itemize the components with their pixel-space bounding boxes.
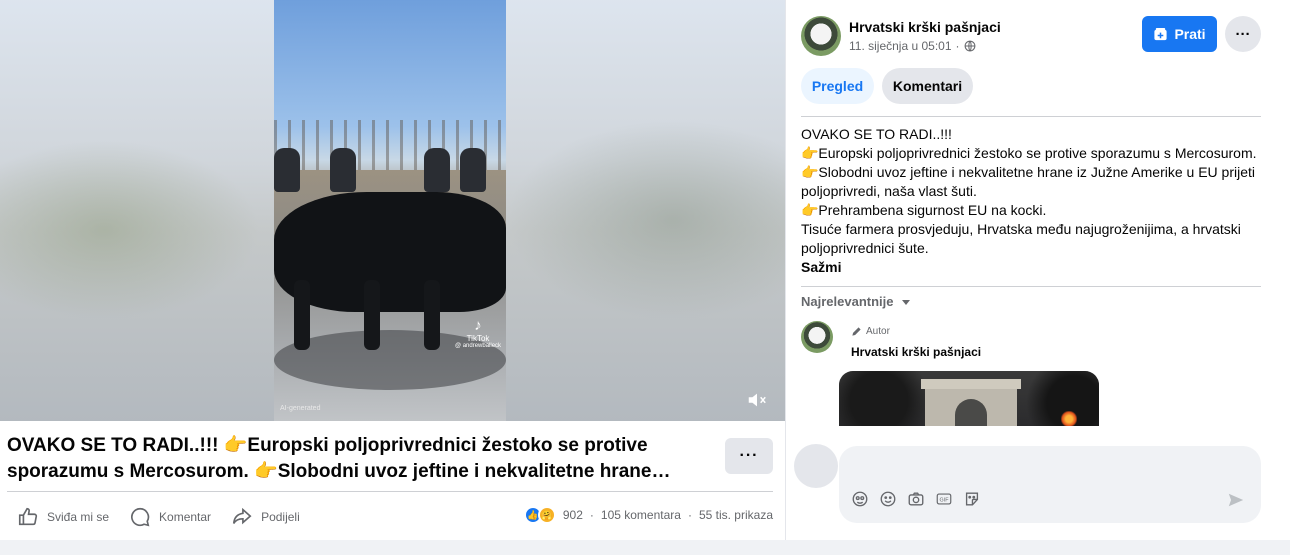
like-button[interactable]: Sviđa mi se	[7, 500, 119, 534]
reactions-summary[interactable]: 👍 🤗	[523, 506, 556, 524]
post-caption: OVAKO SE TO RADI..!!! 👉Europski poljopri…	[7, 435, 671, 482]
globe-icon	[964, 40, 975, 52]
current-user-avatar	[794, 444, 838, 488]
divider	[801, 116, 1261, 117]
video-bull-leg	[364, 280, 380, 350]
post-text-line: Tisuće farmera prosvjeduju, Hrvatska međ…	[801, 221, 1241, 256]
send-button[interactable]	[1227, 491, 1245, 509]
pencil-icon	[852, 327, 861, 336]
avatar-sticker-button[interactable]	[851, 490, 869, 508]
tiktok-label: TikTok	[466, 334, 490, 343]
post-text-line: OVAKO SE TO RADI..!!!	[801, 126, 952, 142]
meta-separator: ·	[955, 39, 960, 53]
comment-bubble-icon	[131, 507, 150, 527]
share-button[interactable]: Podijeli	[221, 500, 310, 534]
reactions-count[interactable]: 902	[563, 508, 583, 522]
page-name-link[interactable]: Hrvatski krški pašnjaci	[849, 19, 1001, 35]
video-bull-leg	[294, 280, 310, 350]
post-actions: Sviđa mi se Komentar Podijeli	[7, 500, 310, 534]
caret-down-icon	[901, 299, 910, 305]
author-badge-label: Autor	[866, 326, 890, 337]
mute-button[interactable]	[746, 389, 768, 411]
video-frame[interactable]: ♪ TikTok @ andrewballeck	[274, 0, 506, 421]
views-count: 55 tis. prikaza	[698, 508, 773, 522]
video-player[interactable]: ♪ TikTok @ andrewballeck AI-generated	[0, 0, 785, 421]
panel-divider	[785, 0, 786, 540]
composer-toolbar: GIF	[851, 490, 981, 508]
thumbs-up-icon	[18, 507, 38, 526]
post-body: OVAKO SE TO RADI..!!! 👉Europski poljopri…	[801, 125, 1261, 277]
stats-separator: ·	[589, 508, 594, 522]
post-options-button[interactable]: ···	[1225, 16, 1261, 52]
speaker-muted-icon	[748, 393, 766, 407]
video-police-figure	[330, 148, 356, 192]
more-dots-icon: ···	[1235, 25, 1251, 43]
collapse-link[interactable]: Sažmi	[801, 258, 1261, 277]
video-police-figure	[274, 148, 300, 192]
facebook-post-viewer: ♪ TikTok @ andrewballeck AI-generated OV…	[0, 0, 1290, 555]
fire	[1061, 411, 1077, 426]
follow-button[interactable]: Prati	[1142, 16, 1217, 52]
comment-input[interactable]	[853, 456, 1213, 480]
follow-page-icon	[1154, 27, 1168, 40]
arch-top	[921, 379, 1021, 389]
share-arrow-icon	[232, 507, 252, 525]
camera-icon	[908, 492, 924, 506]
comment-author-avatar[interactable]	[801, 321, 833, 353]
comment-sort-dropdown[interactable]: Najrelevantnije	[801, 294, 912, 309]
stats-separator: ·	[687, 508, 692, 522]
tiktok-icon: ♪	[474, 317, 482, 334]
post-meta: 11. siječnja u 05:01 ·	[849, 39, 976, 53]
divider	[801, 286, 1261, 287]
smiley-icon	[880, 491, 896, 507]
comment-author-name[interactable]: Hrvatski krški pašnjaci	[851, 345, 981, 359]
svg-text:GIF: GIF	[940, 498, 950, 504]
page-background-strip	[0, 540, 1290, 555]
care-reaction-icon: 🤗	[537, 506, 556, 524]
tab-comments[interactable]: Komentari	[882, 68, 973, 104]
send-icon	[1228, 493, 1244, 507]
follow-label: Prati	[1174, 26, 1206, 42]
post-text-line: 👉Prehrambena sigurnost EU na kocki.	[801, 202, 1047, 218]
post-date[interactable]: 11. siječnja u 05:01	[849, 39, 952, 53]
share-label: Podijeli	[261, 510, 300, 524]
video-police-figure	[424, 148, 450, 192]
sort-label: Najrelevantnije	[801, 294, 894, 309]
author-badge: Autor	[851, 326, 890, 337]
arch-opening	[955, 399, 987, 426]
avatar-sticker-icon	[852, 491, 868, 507]
comment-label: Komentar	[159, 510, 212, 524]
tiktok-handle: @ andrewballeck	[454, 343, 502, 349]
caption-more-button[interactable]: ···	[725, 438, 773, 474]
smoke-right	[1019, 371, 1099, 426]
more-dots-icon: ···	[739, 447, 759, 464]
comments-count[interactable]: 105 komentara	[601, 508, 681, 522]
like-label: Sviđa mi se	[47, 510, 110, 524]
comment-composer: GIF	[839, 446, 1261, 523]
post-text-line: 👉Europski poljoprivrednici žestoko se pr…	[801, 145, 1257, 161]
ai-generated-label: AI-generated	[280, 405, 321, 412]
sticker-icon	[965, 492, 979, 506]
photo-button[interactable]	[907, 490, 925, 508]
gif-button[interactable]: GIF	[935, 490, 953, 508]
post-text-line: 👉Slobodni uvoz jeftine i nekvalitetne hr…	[801, 164, 1256, 199]
tiktok-watermark: ♪ TikTok @ andrewballeck	[450, 317, 506, 350]
post-stats: 👍 🤗 902 · 105 komentara · 55 tis. prikaz…	[523, 506, 773, 524]
sticker-button[interactable]	[963, 490, 981, 508]
video-police-figure	[460, 148, 486, 192]
page-avatar[interactable]	[801, 16, 841, 56]
tab-overview[interactable]: Pregled	[801, 68, 874, 104]
divider	[7, 491, 773, 492]
comment-image[interactable]	[839, 371, 1099, 426]
comment-button[interactable]: Komentar	[119, 500, 221, 534]
video-bull-leg	[424, 280, 440, 350]
emoji-button[interactable]	[879, 490, 897, 508]
gif-icon: GIF	[936, 493, 952, 505]
